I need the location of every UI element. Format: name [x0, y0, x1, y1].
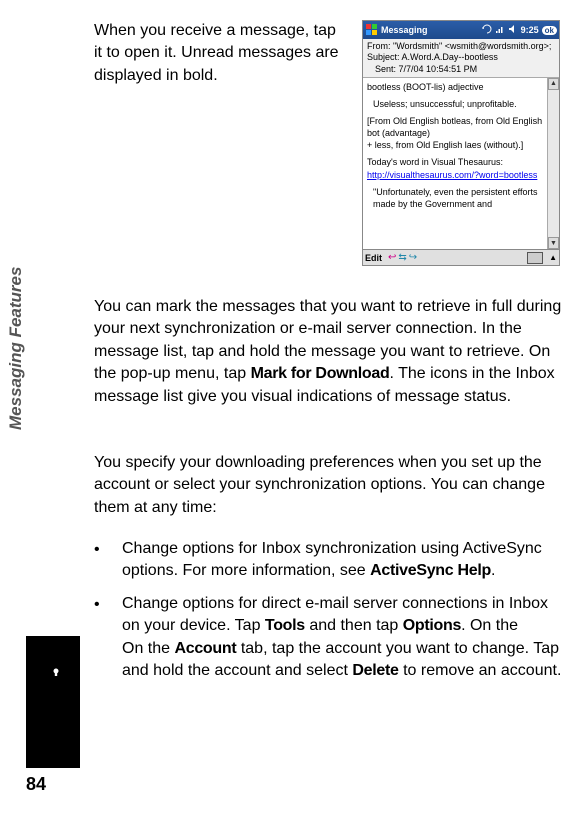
sent-value: 7/7/04 10:54:51 PM — [399, 64, 478, 74]
scroll-up-icon: ▲ — [548, 78, 559, 90]
bottom-tool-icons: ↩ ⇆ ↪ — [388, 252, 417, 263]
speaker-icon — [508, 24, 518, 36]
b2-m2b: On the — [122, 640, 174, 657]
start-flag-icon — [365, 23, 379, 37]
screenshot-tray: 9:25 ok — [482, 24, 557, 36]
body-line-2: Useless; unsuccessful; unprofitable. — [367, 98, 543, 110]
b2-b3: Account — [174, 640, 236, 657]
b1-post: . — [491, 562, 495, 579]
keyboard-icon — [527, 252, 543, 264]
b1-bold: ActiveSync Help — [370, 562, 491, 579]
bullet-list: • Change options for Inbox synchronizati… — [94, 538, 568, 692]
b2-post: to remove an account. — [399, 662, 562, 679]
subject-value: A.Word.A.Day--bootless — [402, 52, 498, 62]
body-line-1: bootless (BOOT-lis) adjective — [367, 81, 543, 93]
device-screenshot: Messaging 9:25 ok From: — [362, 20, 560, 266]
menu-up-icon: ▲ — [549, 253, 557, 262]
from-value: "Wordsmith" <wsmith@wordsmith.org>; — [393, 41, 551, 51]
header-subject-row: Subject: A.Word.A.Day--bootless — [367, 52, 555, 63]
header-from-row: From: "Wordsmith" <wsmith@wordsmith.org>… — [367, 41, 555, 52]
b2-b2: Options — [403, 617, 461, 634]
b2-m2: . On the — [461, 617, 518, 634]
body-link: http://visualthesaurus.com/?word=bootles… — [367, 169, 543, 181]
ok-button: ok — [542, 26, 557, 35]
scroll-track — [548, 90, 559, 237]
reply-icon: ↩ — [388, 252, 396, 263]
from-label: From: — [367, 41, 391, 51]
paragraph-download-prefs: You specify your downloading preferences… — [94, 452, 568, 519]
sent-label: Sent: — [375, 64, 396, 74]
top-section: When you receive a message, tap it to op… — [94, 20, 560, 266]
scroll-down-icon: ▼ — [548, 237, 559, 249]
body-line-4: + less, from Old English laes (without).… — [367, 139, 543, 151]
intro-paragraph: When you receive a message, tap it to op… — [94, 20, 344, 266]
header-sent-row: Sent: 7/7/04 10:54:51 PM — [367, 64, 555, 75]
screenshot-body: bootless (BOOT-lis) adjective Useless; u… — [363, 78, 547, 249]
edit-menu: Edit — [365, 253, 382, 263]
b2-m1: and then tap — [305, 617, 403, 634]
bullet-marker: • — [94, 593, 122, 683]
sync-icon — [482, 24, 492, 36]
bullet-2-text: Change options for direct e-mail server … — [122, 593, 568, 683]
signal-icon — [495, 24, 505, 36]
p2-bold: Mark for Download — [251, 365, 390, 382]
bullet-marker: • — [94, 538, 122, 583]
list-item: • Change options for Inbox synchronizati… — [94, 538, 568, 583]
section-tab-label: Messaging Features — [6, 267, 26, 430]
b2-b4: Delete — [352, 662, 398, 679]
screenshot-titlebar: Messaging 9:25 ok — [363, 21, 559, 39]
forward-icon: ↪ — [409, 252, 417, 263]
screenshot-message-header: From: "Wordsmith" <wsmith@wordsmith.org>… — [363, 39, 559, 78]
reply-all-icon: ⇆ — [398, 252, 406, 263]
screenshot-title: Messaging — [379, 25, 482, 35]
manual-page: When you receive a message, tap it to op… — [0, 0, 576, 817]
subject-label: Subject: — [367, 52, 400, 62]
b2-b1: Tools — [265, 617, 305, 634]
b2-indented: On the Account tab, tap the account you … — [122, 638, 568, 683]
body-line-3: [From Old English botleas, from Old Engl… — [367, 115, 543, 139]
screenshot-bottombar: Edit ↩ ⇆ ↪ ▲ — [363, 249, 559, 265]
clock-time: 9:25 — [521, 25, 539, 35]
page-number: 84 — [26, 774, 46, 795]
body-line-5: Today's word in Visual Thesaurus: — [367, 156, 543, 168]
key-lock-icon — [32, 645, 76, 689]
body-line-6: "Unfortunately, even the persistent effo… — [367, 186, 543, 210]
list-item: • Change options for direct e-mail serve… — [94, 593, 568, 683]
paragraph-mark-download: You can mark the messages that you want … — [94, 296, 568, 408]
screenshot-body-wrap: bootless (BOOT-lis) adjective Useless; u… — [363, 78, 559, 249]
bullet-1-text: Change options for Inbox synchronization… — [122, 538, 568, 583]
scrollbar: ▲ ▼ — [547, 78, 559, 249]
